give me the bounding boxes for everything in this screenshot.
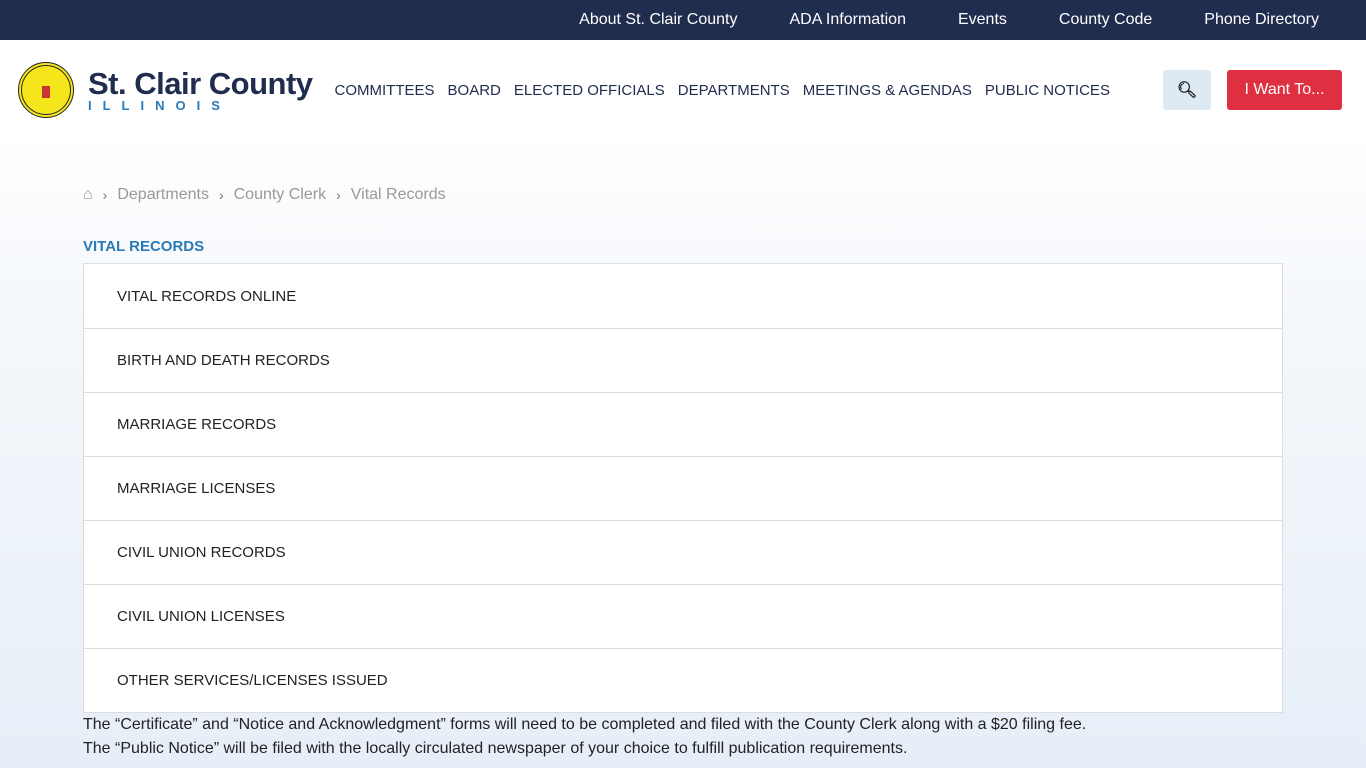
logo[interactable]: St. Clair County ILLINOIS <box>88 68 313 112</box>
section-title: VITAL RECORDS <box>83 238 205 255</box>
breadcrumb-current: Vital Records <box>350 186 446 203</box>
breadcrumb: ⌂ › Departments › County Clerk › Vital Reco… <box>83 186 446 204</box>
breadcrumb-county-clerk[interactable]: County Clerk <box>234 186 326 204</box>
search-button[interactable]: 🔍︎ <box>1163 70 1211 110</box>
body-text: The “Certificate” and “Notice and Acknow… <box>83 713 1086 761</box>
nav-public-notices[interactable]: PUBLIC NOTICES <box>985 82 1110 99</box>
top-link-about[interactable]: About St. Clair County <box>579 11 737 29</box>
chevron-right-icon: › <box>336 187 341 203</box>
top-link-events[interactable]: Events <box>958 11 1007 29</box>
chevron-right-icon: › <box>102 187 108 203</box>
list-item[interactable]: OTHER SERVICES/LICENSES ISSUED <box>84 648 1282 712</box>
top-link-ada[interactable]: ADA Information <box>789 11 906 29</box>
nav-departments[interactable]: DEPARTMENTS <box>678 82 790 99</box>
nav-committees[interactable]: COMMITTEES <box>335 82 435 99</box>
search-icon: 🔍︎ <box>1176 82 1198 99</box>
utility-bar: About St. Clair County ADA Information E… <box>0 0 1366 40</box>
list-item[interactable]: VITAL RECORDS ONLINE <box>84 264 1282 328</box>
list-item[interactable]: MARRIAGE RECORDS <box>84 392 1282 456</box>
header: St. Clair County ILLINOIS COMMITTEES BOA… <box>0 40 1366 140</box>
list-item[interactable]: MARRIAGE LICENSES <box>84 456 1282 520</box>
home-icon[interactable]: ⌂ <box>83 186 93 204</box>
chevron-right-icon: › <box>218 187 224 203</box>
breadcrumb-departments[interactable]: Departments <box>117 186 209 204</box>
list-item[interactable]: CIVIL UNION LICENSES <box>84 584 1282 648</box>
county-seal-logo[interactable] <box>18 62 74 118</box>
logo-name: St. Clair County <box>88 66 313 101</box>
records-list: VITAL RECORDS ONLINE BIRTH AND DEATH REC… <box>83 263 1283 713</box>
list-item[interactable]: BIRTH AND DEATH RECORDS <box>84 328 1282 392</box>
list-item[interactable]: CIVIL UNION RECORDS <box>84 520 1282 584</box>
nav-elected-officials[interactable]: ELECTED OFFICIALS <box>514 82 665 99</box>
nav-board[interactable]: BOARD <box>448 82 501 99</box>
i-want-to-button[interactable]: I Want To... <box>1227 70 1342 110</box>
main-nav: COMMITTEES BOARD ELECTED OFFICIALS DEPAR… <box>335 82 1123 99</box>
nav-meetings-agendas[interactable]: MEETINGS & AGENDAS <box>803 82 972 99</box>
paragraph: The “Certificate” and “Notice and Acknow… <box>83 716 1087 733</box>
top-link-phone-directory[interactable]: Phone Directory <box>1204 11 1319 29</box>
paragraph: The “Public Notice” will be filed with t… <box>83 740 908 757</box>
top-link-county-code[interactable]: County Code <box>1059 11 1152 29</box>
